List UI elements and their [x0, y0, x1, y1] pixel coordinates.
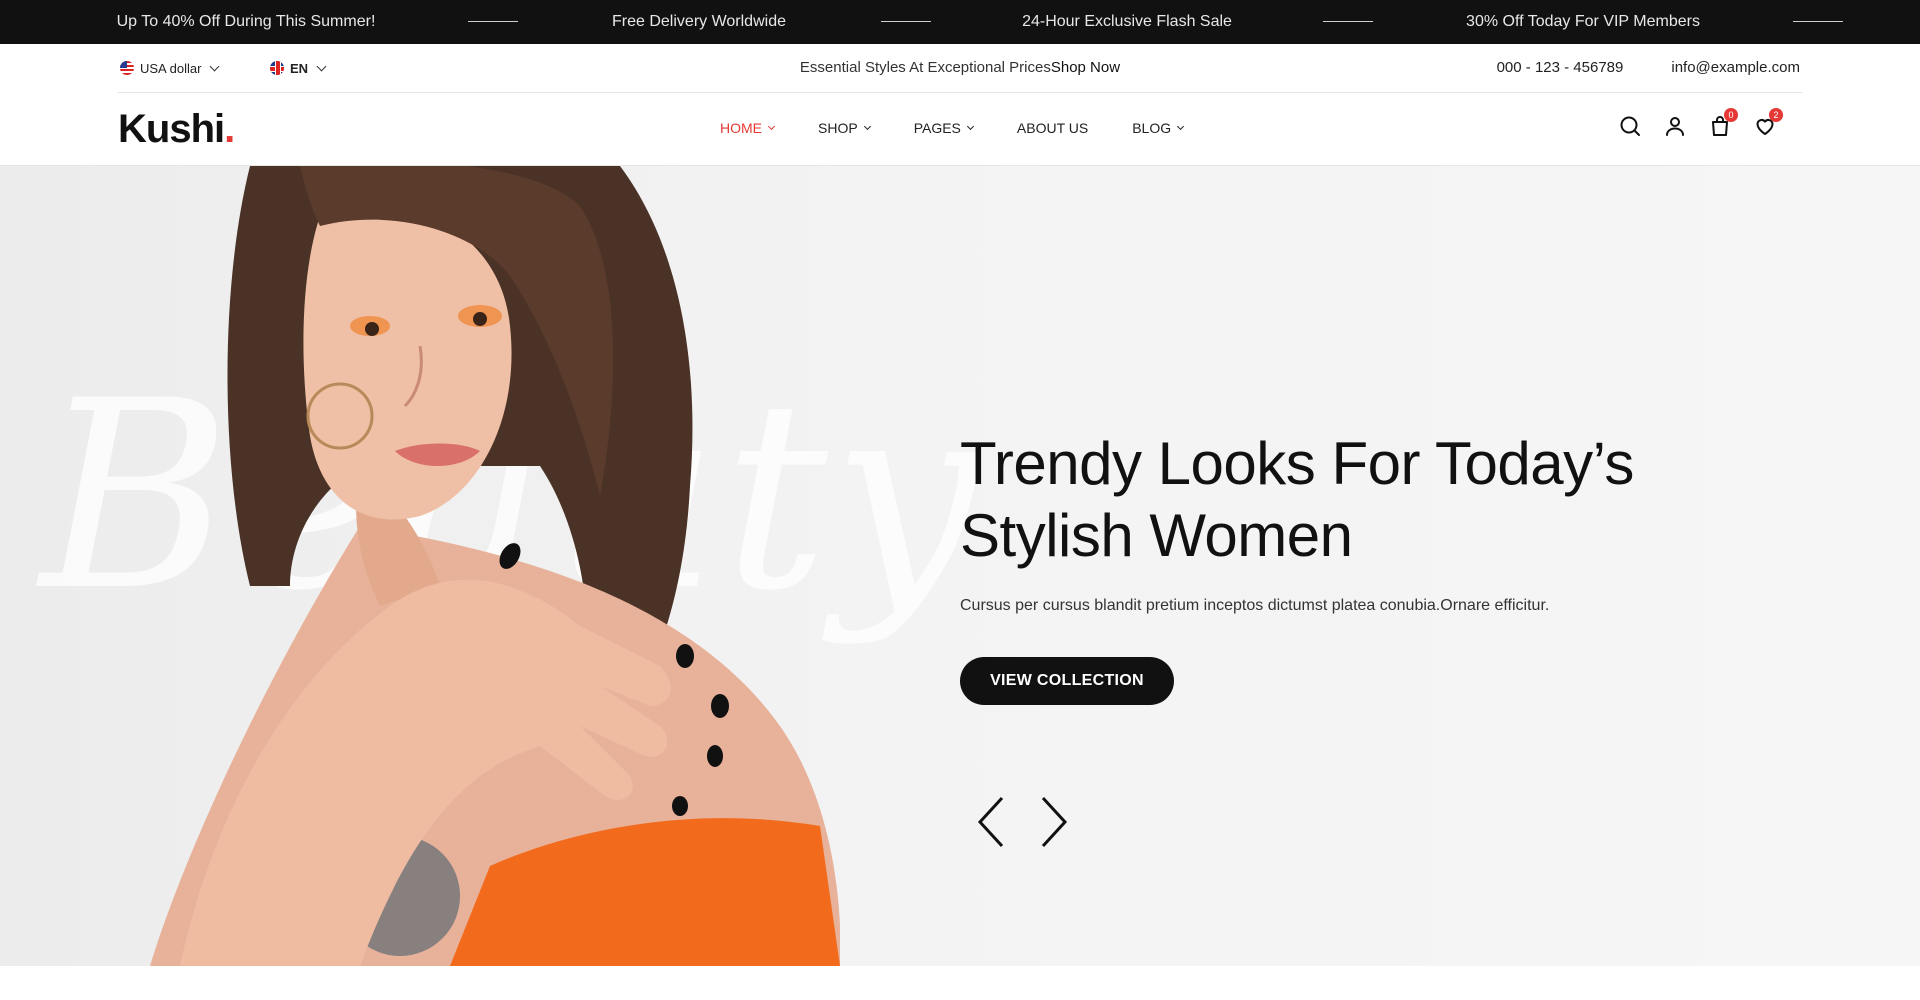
contact-info: 000 - 123 - 456789 info@example.com [1497, 56, 1800, 80]
nav-label: Shop [818, 120, 858, 136]
announcement-item: Free Delivery Worldwide [612, 13, 786, 30]
nav-item-blog[interactable]: Blog [1132, 118, 1185, 138]
announcement-item: Up To 40% Off During This Summer! [116, 13, 376, 30]
nav-label: About Us [1016, 120, 1089, 136]
promo-text: Essential Styles At Exceptional Prices [799, 59, 1051, 76]
view-collection-button[interactable]: View Collection [960, 657, 1174, 705]
user-icon [1666, 117, 1684, 136]
search-button[interactable] [1618, 114, 1642, 138]
nav-item-pages[interactable]: Pages [913, 118, 974, 138]
hero-model-image [150, 166, 840, 966]
hero-subtitle: Cursus per cursus blandit pretium incept… [960, 597, 1550, 614]
announcement-item: 24-Hour Exclusive Flash Sale [1022, 13, 1232, 30]
logo-dot: . [224, 107, 235, 151]
nav-item-home[interactable]: Home [720, 118, 776, 138]
header-actions: 0 2 [1618, 108, 1783, 138]
phone-number[interactable]: 000 - 123 - 456789 [1497, 56, 1624, 80]
announcement-divider [468, 21, 518, 22]
hero-title-line: Stylish Women [960, 502, 1353, 569]
chevron-down-icon [1177, 122, 1185, 131]
hero-slider: Beauty Trendy Looks For Today’s Stylish … [0, 166, 1920, 966]
announcement-divider [881, 21, 931, 22]
account-button[interactable] [1663, 114, 1687, 138]
logo-text: Kushi [118, 107, 225, 151]
nav-label: Blog [1132, 120, 1172, 136]
announcement-divider [1323, 21, 1373, 22]
hero-title: Trendy Looks For Today’s Stylish Women [960, 428, 1760, 572]
nav-label: Pages [913, 120, 961, 136]
wishlist-button[interactable]: 2 [1753, 108, 1783, 138]
logo[interactable]: Kushi. [118, 106, 235, 152]
cart-count-badge: 0 [1724, 108, 1738, 122]
announcement-item: 30% Off Today For VIP Members [1466, 13, 1700, 30]
email-address[interactable]: info@example.com [1671, 56, 1800, 80]
chevron-down-icon [863, 122, 871, 131]
nav-item-shop[interactable]: Shop [818, 118, 871, 138]
cart-button[interactable]: 0 [1708, 108, 1738, 138]
announcement-divider [1793, 21, 1843, 22]
nav-item-about-us[interactable]: About Us [1017, 118, 1088, 138]
shop-now-link[interactable]: Shop Now [1051, 59, 1120, 76]
announcement-bar: Up To 40% Off During This Summer! Free D… [0, 0, 1920, 44]
hero-title-line: Trendy Looks For Today’s [960, 430, 1634, 497]
chevron-right-icon [1041, 796, 1068, 848]
nav-label: Home [720, 120, 762, 136]
chevron-left-icon [977, 796, 1004, 848]
search-icon [1620, 116, 1640, 136]
main-nav: Home Shop Pages About Us Blog [720, 118, 1185, 138]
chevron-down-icon [966, 122, 974, 131]
chevron-down-icon [767, 122, 776, 131]
slider-next-button[interactable] [1033, 794, 1073, 850]
slider-prev-button[interactable] [972, 794, 1012, 850]
wishlist-count-badge: 2 [1769, 108, 1783, 122]
